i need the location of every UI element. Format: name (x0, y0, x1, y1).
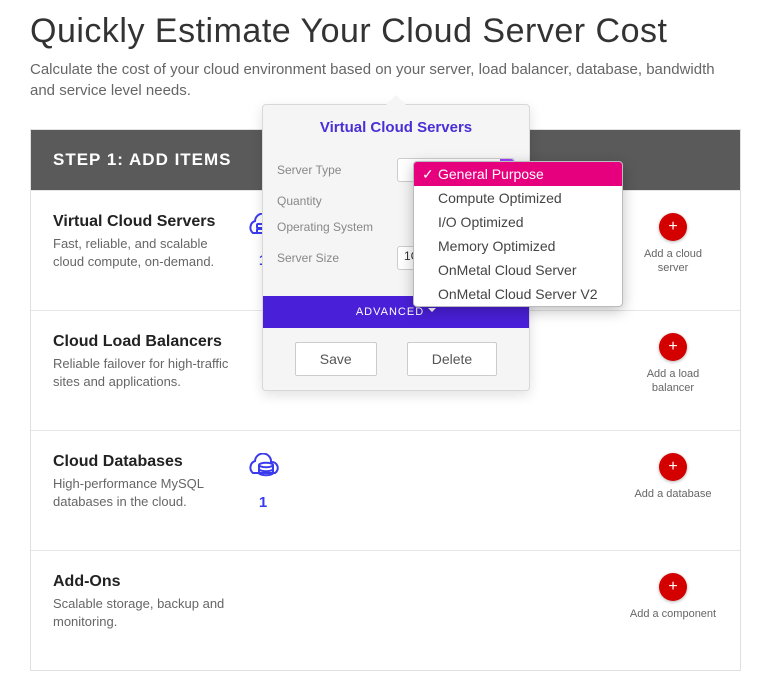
add-label: Add a cloud server (628, 247, 718, 276)
quantity-label: Quantity (277, 194, 397, 208)
dropdown-option[interactable]: Memory Optimized (414, 234, 622, 258)
add-label: Add a database (628, 487, 718, 501)
add-label: Add a component (628, 607, 718, 621)
item-row-db: Cloud Databases High-performance MySQL d… (31, 430, 740, 550)
size-label: Server Size (277, 251, 397, 265)
server-type-dropdown: General Purpose Compute Optimized I/O Op… (413, 161, 623, 307)
item-title: Add-Ons (53, 573, 233, 591)
save-button[interactable]: Save (295, 342, 377, 376)
add-label: Add a load balancer (628, 367, 718, 396)
database-icon: 1 (233, 453, 293, 511)
dropdown-option[interactable]: General Purpose (414, 162, 622, 186)
item-desc: Reliable failover for high-traffic sites… (53, 355, 233, 391)
add-server-button[interactable]: + (659, 213, 687, 241)
item-title: Cloud Load Balancers (53, 333, 233, 351)
item-desc: Fast, reliable, and scalable cloud compu… (53, 235, 233, 271)
dropdown-option[interactable]: Compute Optimized (414, 186, 622, 210)
chevron-down-icon (428, 308, 436, 316)
item-title: Cloud Databases (53, 453, 233, 471)
item-desc: High-performance MySQL databases in the … (53, 475, 233, 511)
popover-title: Virtual Cloud Servers (263, 105, 529, 146)
add-db-button[interactable]: + (659, 453, 687, 481)
delete-button[interactable]: Delete (407, 342, 497, 376)
add-addon-button[interactable]: + (659, 573, 687, 601)
item-desc: Scalable storage, backup and monitoring. (53, 595, 233, 631)
item-title: Virtual Cloud Servers (53, 213, 233, 231)
dropdown-option[interactable]: I/O Optimized (414, 210, 622, 234)
server-type-label: Server Type (277, 163, 397, 177)
add-lb-button[interactable]: + (659, 333, 687, 361)
dropdown-option[interactable]: OnMetal Cloud Server (414, 258, 622, 282)
item-row-addons: Add-Ons Scalable storage, backup and mon… (31, 550, 740, 670)
page-title: Quickly Estimate Your Cloud Server Cost (30, 12, 741, 51)
os-label: Operating System (277, 220, 397, 234)
item-count: 1 (233, 494, 293, 511)
dropdown-option[interactable]: OnMetal Cloud Server V2 (414, 282, 622, 306)
